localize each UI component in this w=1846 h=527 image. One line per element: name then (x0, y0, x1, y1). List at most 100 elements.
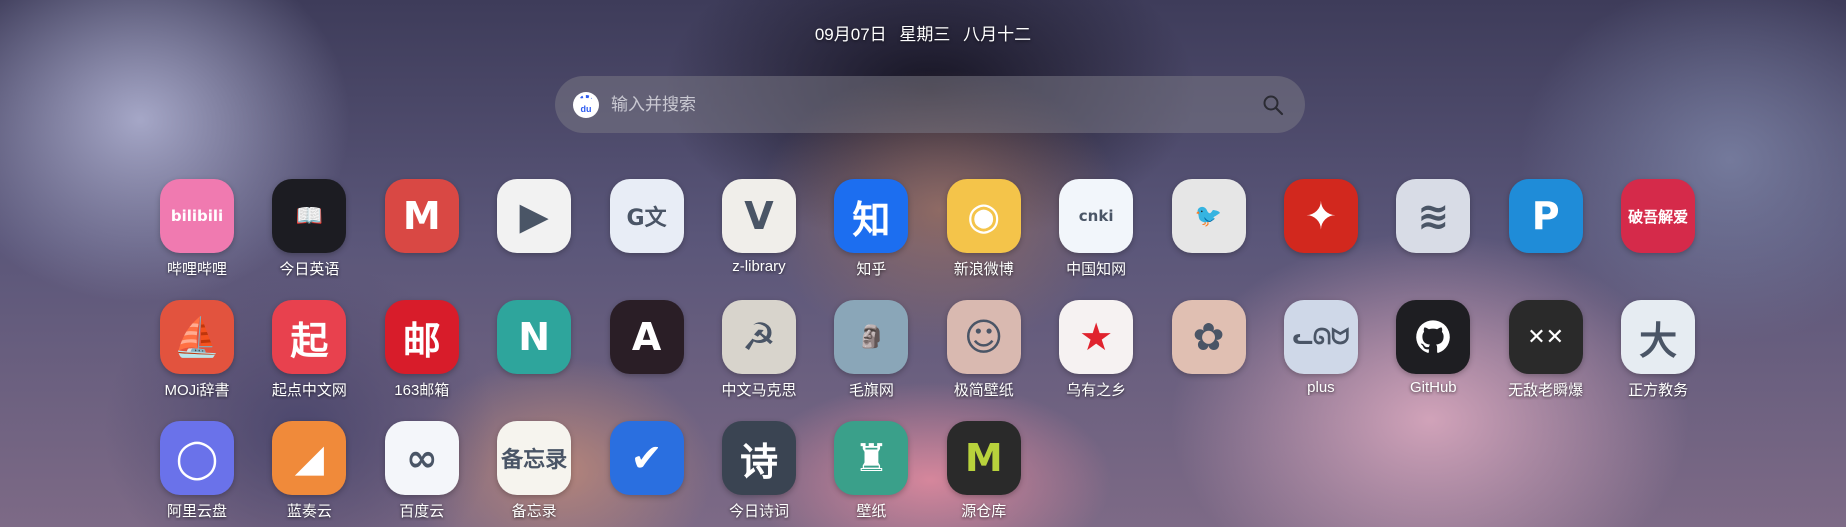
app-label: z-library (732, 258, 786, 275)
app-shortcut[interactable]: 知知乎 (834, 179, 909, 279)
lanzou-cloud-icon[interactable]: ◢ (272, 421, 347, 495)
wallpaper-icon[interactable]: ♜ (834, 421, 909, 495)
app-shortcut[interactable]: ◉ 新浪微博 (946, 179, 1021, 279)
shooting-star-icon[interactable]: ✦ (1283, 179, 1358, 253)
app-shortcut[interactable]: bilibili 哔哩哔哩 (160, 179, 234, 279)
lunar-date-text: 八月十二 (963, 25, 1032, 44)
app-shortcut[interactable]: ♜ 壁纸 (834, 421, 909, 521)
app-shortcut[interactable]: M 源仓库 (946, 421, 1021, 521)
app-shortcut[interactable]: ✕✕ 无敌老瞬爆 (1508, 300, 1583, 400)
portrait-icon[interactable]: ☺ (946, 300, 1021, 374)
app-shortcut[interactable]: 大正方教务 (1621, 300, 1696, 400)
app-shortcut[interactable]: 🗿 毛旗网 (834, 300, 909, 400)
app-shortcut[interactable]: ✿ (1171, 300, 1246, 400)
app-label: 知乎 (856, 261, 887, 278)
mail163-icon[interactable]: 邮 (384, 300, 459, 374)
app-shortcut[interactable]: cnki 中国知网 (1059, 179, 1134, 279)
app-shortcut[interactable]: ☺ 极简壁纸 (946, 300, 1021, 400)
weekday-text: 星期三 (899, 25, 951, 44)
app-label: plus (1307, 379, 1335, 396)
a-letter-icon[interactable]: A (609, 300, 684, 374)
app-shortcut[interactable]: ᓚᘏᗢ plus (1283, 300, 1358, 400)
marx-portrait-icon[interactable]: ☭ (721, 300, 796, 374)
app-shortcut[interactable]: N (497, 300, 572, 400)
tencent-video-icon[interactable]: ▶ (497, 179, 572, 253)
app-shortcut[interactable]: ◢ 蓝奏云 (272, 421, 347, 521)
p-letter-icon[interactable]: P (1508, 179, 1583, 253)
app-shortcut[interactable]: 📖 今日英语 (272, 179, 347, 279)
z-library-icon[interactable]: V (721, 179, 796, 253)
app-label: 百度云 (399, 503, 445, 520)
aliyun-drive-icon[interactable]: ◯ (160, 421, 234, 495)
cnki-icon[interactable]: cnki (1059, 179, 1134, 253)
app-label: 无敌老瞬爆 (1508, 382, 1584, 399)
netflix-icon[interactable]: N (497, 300, 572, 374)
github-icon[interactable] (1396, 300, 1471, 374)
m-letter-icon[interactable]: M (946, 421, 1021, 495)
xx-face-icon[interactable]: ✕✕ (1508, 300, 1583, 374)
checkmark-icon[interactable]: ✔ (609, 421, 684, 495)
app-shortcut[interactable]: ★ 乌有之乡 (1059, 300, 1134, 400)
qidian-icon[interactable]: 起 (272, 300, 347, 374)
app-label: MOJi辞書 (164, 382, 230, 399)
envelope-m-icon[interactable]: M (384, 179, 459, 253)
po-yi-jie-ai-icon[interactable]: 破吾解爱 (1621, 179, 1696, 253)
app-label: 今日英语 (279, 261, 340, 278)
app-shortcut[interactable]: 破吾解爱 (1621, 179, 1696, 279)
lines-icon[interactable]: ≋ (1396, 179, 1471, 253)
app-label: 蓝奏云 (286, 503, 332, 520)
app-shortcut[interactable]: 🐦 (1171, 179, 1246, 279)
crow-icon[interactable]: 🐦 (1171, 179, 1246, 253)
search-input[interactable] (611, 94, 1259, 115)
sailboat-icon[interactable]: ⛵ (160, 300, 234, 374)
app-label: 乌有之乡 (1066, 382, 1127, 399)
engine-label: du (580, 104, 592, 114)
app-shortcut[interactable]: P (1508, 179, 1583, 279)
app-label: 备忘录 (511, 503, 557, 520)
app-shortcut[interactable]: ⛵ MOJi辞書 (160, 300, 234, 400)
app-shortcut[interactable]: G文 (609, 179, 684, 279)
app-shortcut[interactable]: A (609, 300, 684, 400)
app-label: 起点中文网 (271, 382, 347, 399)
app-label: 阿里云盘 (166, 503, 227, 520)
app-shortcut[interactable]: ✔ (609, 421, 684, 521)
app-shortcut[interactable]: 诗今日诗词 (721, 421, 796, 521)
app-shortcut-grid: bilibili 哔哩哔哩 📖 今日英语 M ▶ G文 Vz-library 知知乎 ◉ 新浪微博 c… (160, 179, 1696, 521)
weibo-icon[interactable]: ◉ (946, 179, 1021, 253)
app-shortcut[interactable]: ∞ 百度云 (384, 421, 459, 521)
app-label: 中文马克思 (721, 382, 797, 399)
university-seal-icon[interactable]: 大 (1621, 300, 1696, 374)
bilibili-icon[interactable]: bilibili (160, 179, 234, 253)
app-shortcut[interactable]: GitHub (1396, 300, 1471, 400)
app-shortcut[interactable]: 起起点中文网 (272, 300, 347, 400)
app-label: 哔哩哔哩 (166, 261, 227, 278)
catgirl-icon[interactable]: ᓚᘏᗢ (1283, 300, 1358, 374)
statue-photo-icon[interactable]: 🗿 (834, 300, 909, 374)
app-shortcut[interactable]: Vz-library (721, 179, 796, 279)
search-icon[interactable] (1259, 91, 1287, 119)
google-translate-icon[interactable]: G文 (609, 179, 684, 253)
search-bar: du (555, 76, 1305, 133)
app-label: GitHub (1409, 379, 1457, 396)
red-star-icon[interactable]: ★ (1059, 300, 1134, 374)
app-label: 源仓库 (961, 503, 1007, 520)
zhihu-icon[interactable]: 知 (834, 179, 909, 253)
app-shortcut[interactable]: 邮 163邮箱 (384, 300, 459, 400)
date-text: 09月07日 (814, 25, 887, 44)
app-label: 正方教务 (1628, 382, 1689, 399)
book-mic-icon[interactable]: 📖 (272, 179, 347, 253)
app-shortcut[interactable]: ▶ (497, 179, 572, 279)
app-shortcut[interactable]: ✦ (1283, 179, 1358, 279)
app-label: 极简壁纸 (953, 382, 1014, 399)
app-shortcut[interactable]: ≋ (1396, 179, 1471, 279)
date-line: 09月07日 星期三 八月十二 (0, 20, 1846, 45)
app-shortcut[interactable]: M (384, 179, 459, 279)
app-shortcut[interactable]: 备忘录 备忘录 (497, 421, 572, 521)
app-shortcut[interactable]: ☭ 中文马克思 (721, 300, 796, 400)
baidu-paw-icon[interactable]: du (573, 91, 599, 118)
notes-icon[interactable]: 备忘录 (497, 421, 572, 495)
baidu-cloud-icon[interactable]: ∞ (384, 421, 459, 495)
poetry-icon[interactable]: 诗 (721, 421, 796, 495)
app-shortcut[interactable]: ◯ 阿里云盘 (160, 421, 234, 521)
anime-art-icon[interactable]: ✿ (1171, 300, 1246, 374)
